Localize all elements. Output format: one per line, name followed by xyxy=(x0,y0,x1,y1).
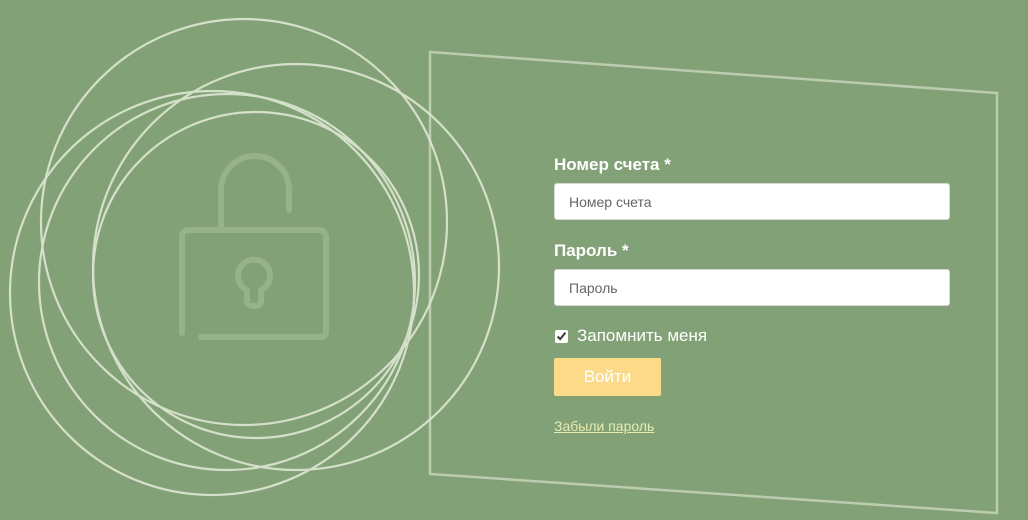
remember-me-label[interactable]: Запомнить меня xyxy=(577,325,707,347)
account-group: Номер счета * xyxy=(554,154,950,220)
password-label: Пароль * xyxy=(554,241,629,260)
padlock-icon xyxy=(179,153,329,340)
login-screen: Номер счета * Пароль * Запомнить меня Во… xyxy=(0,0,1028,520)
account-label: Номер счета * xyxy=(554,155,671,174)
forgot-password-link[interactable]: Забыли пароль xyxy=(554,418,654,434)
remember-me-row: Запомнить меня xyxy=(554,325,950,347)
account-number-input[interactable] xyxy=(554,183,950,220)
login-form: Номер счета * Пароль * Запомнить меня Во… xyxy=(554,154,950,436)
password-group: Пароль * xyxy=(554,240,950,306)
login-button[interactable]: Войти xyxy=(554,358,661,396)
password-input[interactable] xyxy=(554,269,950,306)
remember-me-checkbox[interactable] xyxy=(555,329,568,343)
